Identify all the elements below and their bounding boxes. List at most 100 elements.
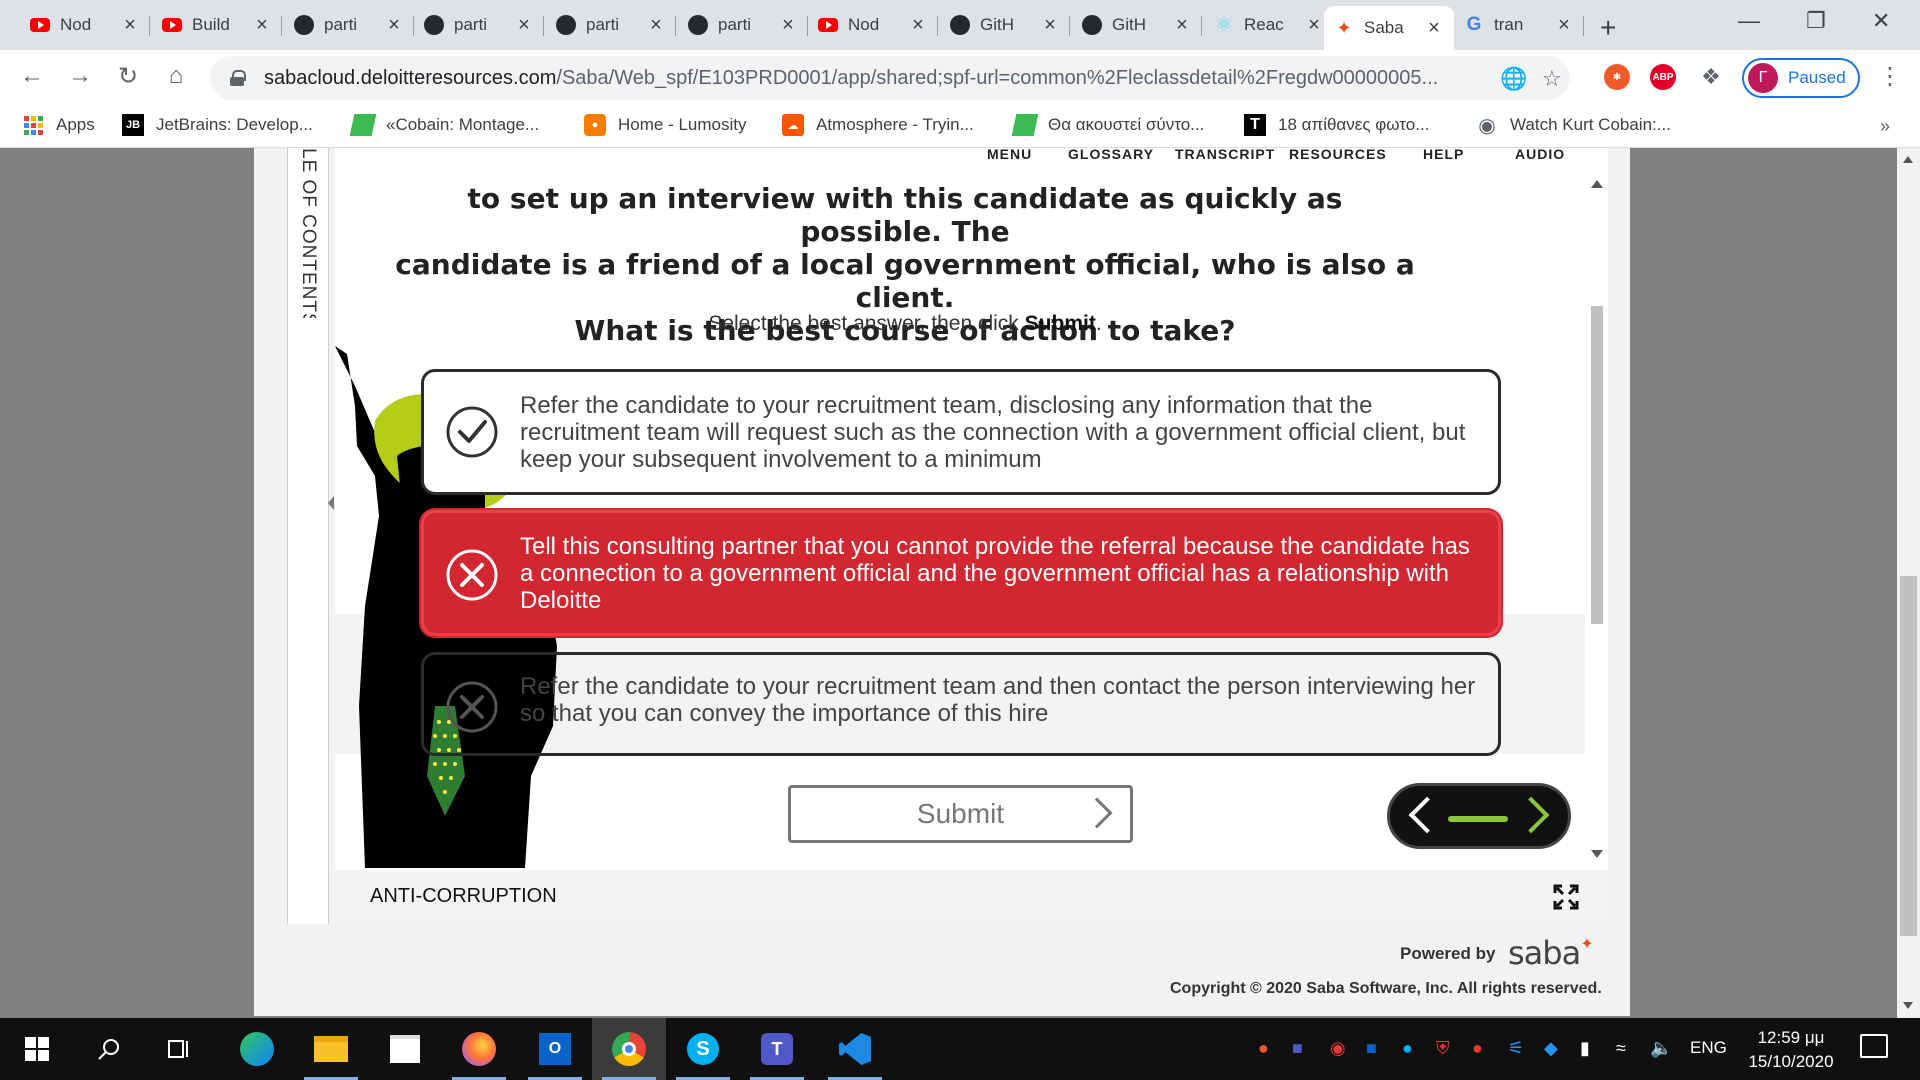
tray-extension-icon[interactable]: ● — [1258, 1038, 1269, 1059]
page-scrollbar[interactable] — [1897, 148, 1920, 1018]
chrome-menu-icon[interactable]: ⋮ — [1878, 62, 1902, 91]
profile-button[interactable]: Γ Paused — [1742, 58, 1860, 98]
address-bar[interactable]: sabacloud.deloitteresources.com/Saba/Web… — [210, 56, 1570, 100]
taskbar-skype[interactable]: S — [666, 1018, 740, 1080]
menu-button[interactable]: MENU — [987, 148, 1032, 162]
scrollbar-thumb[interactable] — [1591, 306, 1603, 624]
scroll-up-arrow-icon[interactable] — [1591, 180, 1603, 188]
close-tab-icon[interactable]: × — [384, 14, 404, 37]
taskbar-edge[interactable] — [220, 1018, 294, 1080]
scroll-up-arrow-icon[interactable] — [1903, 156, 1913, 163]
answer-option-3[interactable]: Refer the candidate to your recruitment … — [421, 652, 1501, 756]
taskbar-teams[interactable]: T — [740, 1018, 814, 1080]
tray-antivirus-icon[interactable]: ● — [1472, 1038, 1483, 1059]
bookmark-greek-article[interactable]: Θα ακουστεί σύντο... — [1011, 114, 1204, 136]
translate-icon[interactable]: 🌐 — [1500, 66, 1527, 92]
tray-outlook-icon[interactable]: ■ — [1366, 1038, 1377, 1059]
battery-icon[interactable]: ▮ — [1580, 1038, 1590, 1059]
bookmark-atmosphere[interactable]: ☁ Atmosphere - Tryin... — [782, 114, 974, 136]
search-button[interactable] — [72, 1018, 146, 1080]
browser-tab[interactable]: Build × — [152, 8, 282, 42]
home-button[interactable]: ⌂ — [160, 62, 192, 90]
taskbar-vscode[interactable] — [818, 1018, 892, 1080]
tray-mcafee-icon[interactable]: ⛨ — [1436, 1038, 1450, 1059]
close-tab-icon[interactable]: × — [1554, 14, 1574, 37]
scroll-down-arrow-icon[interactable] — [1903, 1002, 1913, 1009]
start-button[interactable] — [0, 1018, 74, 1080]
action-center-icon[interactable] — [1860, 1034, 1888, 1058]
browser-tab[interactable]: GitH × — [1072, 8, 1202, 42]
extension-orange-icon[interactable]: ✱ — [1604, 64, 1630, 90]
close-window-button[interactable]: ✕ — [1872, 8, 1890, 34]
back-button[interactable]: ← — [16, 62, 48, 90]
browser-tab[interactable]: Nod × — [20, 8, 150, 42]
next-slide-button[interactable] — [1512, 796, 1550, 834]
close-tab-icon[interactable]: × — [646, 14, 666, 37]
minimize-window-button[interactable]: — — [1738, 8, 1760, 34]
system-clock[interactable]: 12:59 μμ 15/10/2020 — [1736, 1026, 1846, 1074]
bluetooth-icon[interactable]: ⚟ — [1508, 1038, 1524, 1059]
taskbar-file-explorer[interactable] — [294, 1018, 368, 1080]
close-tab-icon[interactable]: × — [908, 14, 928, 37]
browser-tab[interactable]: parti × — [546, 8, 676, 42]
taskbar-chrome[interactable] — [592, 1018, 666, 1080]
bookmark-cobain-montage[interactable]: «Cobain: Montage... — [349, 114, 539, 136]
previous-slide-button[interactable] — [1408, 796, 1446, 834]
transcript-button[interactable]: TRANSCRIPT — [1175, 148, 1275, 162]
close-tab-icon[interactable]: × — [252, 14, 272, 37]
bookmark-kurt-cobain[interactable]: ◉ Watch Kurt Cobain:... — [1476, 114, 1671, 137]
input-language[interactable]: ENG — [1690, 1038, 1727, 1058]
browser-tab[interactable]: Nod × — [808, 8, 938, 42]
close-tab-icon[interactable]: × — [1304, 14, 1324, 37]
close-tab-icon[interactable]: × — [1424, 17, 1444, 40]
browser-tab[interactable]: ⚛ Reac × — [1204, 8, 1334, 42]
player-scrollbar[interactable] — [1585, 176, 1608, 866]
taskbar-store[interactable] — [368, 1018, 442, 1080]
lock-icon[interactable] — [230, 70, 246, 86]
answer-option-1[interactable]: Refer the candidate to your recruitment … — [421, 369, 1501, 495]
tray-red-app-icon[interactable]: ◉ — [1330, 1038, 1346, 1059]
adblock-plus-icon[interactable]: ABP — [1650, 64, 1676, 90]
tray-dropbox-icon[interactable]: ◆ — [1544, 1038, 1558, 1059]
new-tab-button[interactable]: + — [1600, 12, 1616, 44]
restore-window-button[interactable]: ❐ — [1806, 8, 1826, 34]
close-tab-icon[interactable]: × — [120, 14, 140, 37]
forward-button[interactable]: → — [64, 62, 96, 90]
bookmark-photos-article[interactable]: T 18 απίθανες φωτο... — [1244, 114, 1429, 136]
close-tab-icon[interactable]: × — [778, 14, 798, 37]
resources-button[interactable]: RESOURCES — [1289, 148, 1387, 162]
scrollbar-thumb[interactable] — [1900, 576, 1917, 936]
reload-button[interactable]: ↻ — [112, 62, 144, 91]
table-of-contents-label[interactable]: LE OF CONTENTS — [299, 148, 319, 318]
url-text[interactable]: sabacloud.deloitteresources.com/Saba/Web… — [264, 67, 1494, 90]
submit-button[interactable]: Submit — [788, 785, 1133, 843]
task-view-button[interactable] — [142, 1018, 216, 1080]
browser-tab[interactable]: GitH × — [940, 8, 1070, 42]
browser-tab[interactable]: parti × — [678, 8, 808, 42]
close-tab-icon[interactable]: × — [514, 14, 534, 37]
scroll-down-arrow-icon[interactable] — [1591, 850, 1603, 858]
tray-skype-icon[interactable]: ● — [1402, 1038, 1413, 1059]
audio-button[interactable]: AUDIO — [1515, 148, 1565, 162]
tray-teams-icon[interactable]: ■ — [1292, 1038, 1303, 1059]
taskbar-outlook[interactable]: O — [518, 1018, 592, 1080]
bookmark-jetbrains[interactable]: JB JetBrains: Develop... — [122, 114, 313, 136]
browser-tab[interactable]: Gtran × — [1454, 8, 1584, 42]
wifi-icon[interactable]: ≈ — [1616, 1038, 1626, 1059]
browser-tab[interactable]: parti × — [414, 8, 544, 42]
help-button[interactable]: HELP — [1423, 148, 1464, 162]
extensions-puzzle-icon[interactable]: ❖ — [1698, 64, 1724, 90]
close-tab-icon[interactable]: × — [1172, 14, 1192, 37]
answer-option-2[interactable]: Tell this consulting partner that you ca… — [421, 510, 1501, 636]
bookmark-apps[interactable]: Apps — [22, 114, 95, 136]
close-tab-icon[interactable]: × — [1040, 14, 1060, 37]
browser-tab[interactable]: ✦ Saba × — [1324, 6, 1454, 50]
taskbar-firefox[interactable] — [442, 1018, 516, 1080]
more-bookmarks-button[interactable]: » — [1880, 116, 1890, 137]
bookmark-lumosity[interactable]: ● Home - Lumosity — [584, 114, 746, 136]
volume-icon[interactable]: 🔈 — [1650, 1038, 1672, 1059]
browser-tab[interactable]: parti × — [284, 8, 414, 42]
glossary-button[interactable]: GLOSSARY — [1068, 148, 1154, 162]
toc-collapse-handle[interactable] — [328, 488, 334, 518]
fullscreen-expand-icon[interactable] — [1553, 884, 1579, 910]
